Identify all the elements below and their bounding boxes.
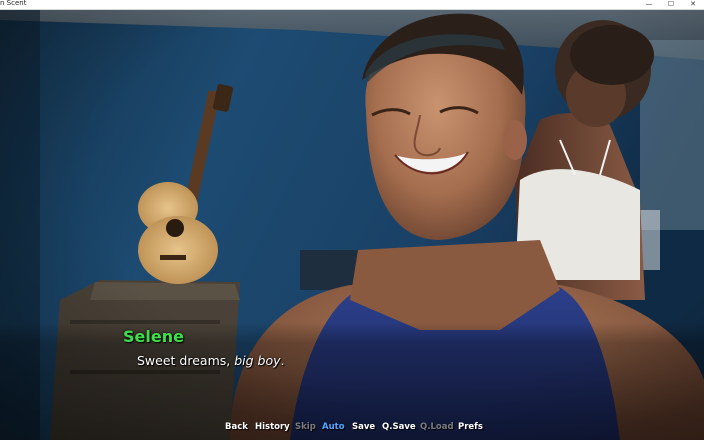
back-button[interactable]: Back bbox=[225, 421, 248, 433]
dialogue-text: Sweet dreams, big boy. bbox=[137, 353, 284, 368]
minimize-button[interactable]: — bbox=[638, 0, 660, 9]
close-button[interactable]: ✕ bbox=[682, 0, 704, 9]
prefs-button[interactable]: Prefs bbox=[458, 421, 483, 433]
quick-load-button[interactable]: Q.Load bbox=[420, 421, 454, 433]
save-button[interactable]: Save bbox=[352, 421, 375, 433]
speaker-name: Selene bbox=[123, 327, 184, 346]
maximize-button[interactable]: ☐ bbox=[660, 0, 682, 9]
quick-save-button[interactable]: Q.Save bbox=[382, 421, 416, 433]
skip-button[interactable]: Skip bbox=[295, 421, 316, 433]
quick-menu: Back History Skip Auto Save Q.Save Q.Loa… bbox=[0, 421, 704, 435]
window-controls: — ☐ ✕ bbox=[638, 0, 704, 9]
dialogue-text-emphasis: big boy bbox=[234, 353, 281, 368]
dialogue-text-end: . bbox=[280, 353, 285, 368]
dialogue-text-part: Sweet dreams, bbox=[137, 353, 235, 368]
window-title-bar: n Scent — ☐ ✕ bbox=[0, 0, 704, 10]
window-title: n Scent bbox=[0, 0, 27, 7]
auto-button[interactable]: Auto bbox=[322, 421, 345, 433]
history-button[interactable]: History bbox=[255, 421, 290, 433]
